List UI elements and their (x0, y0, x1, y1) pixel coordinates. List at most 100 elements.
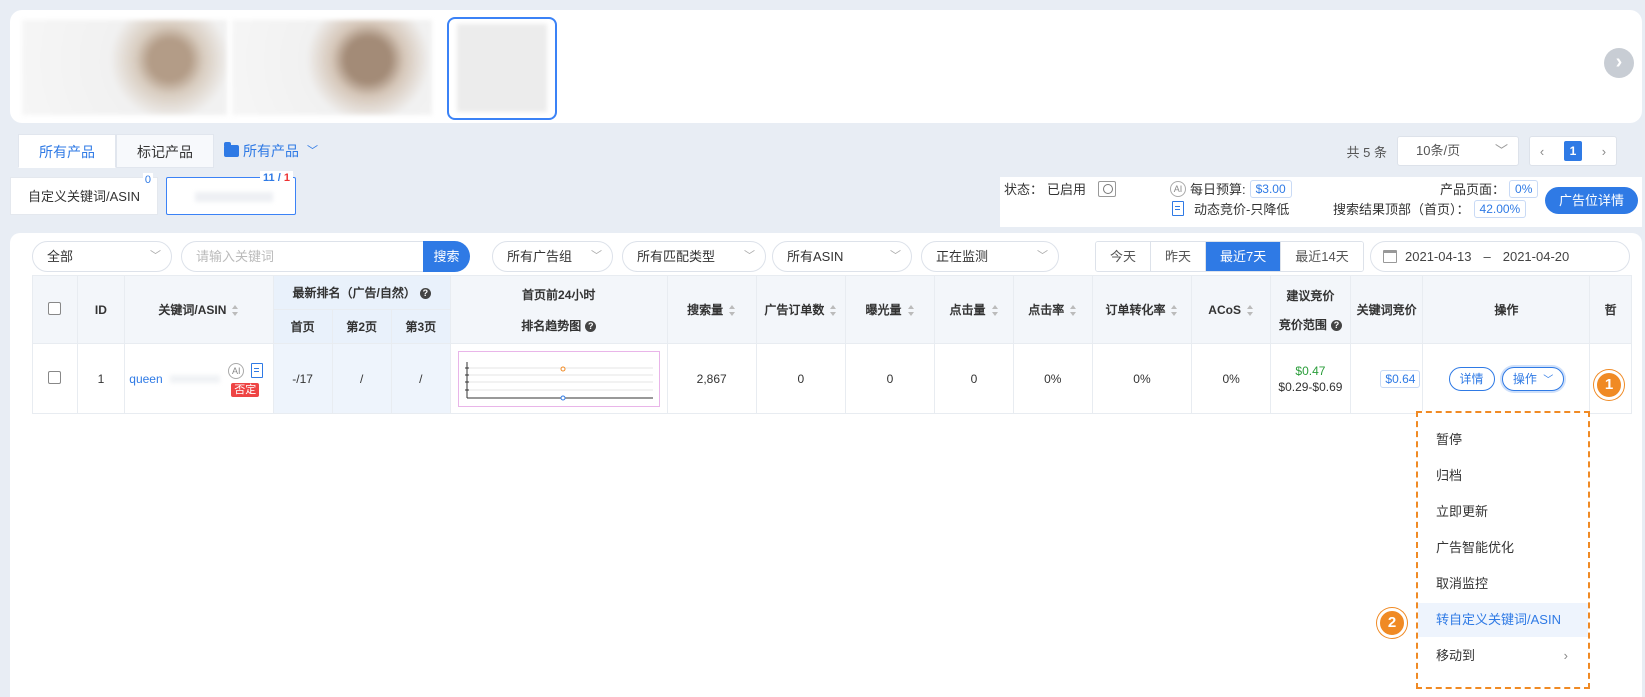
keyword-table: ID 关键词/ASIN 最新排名（广告/自然）? 首页前24小时 排名趋势图? … (32, 275, 1632, 414)
ad-orders-header[interactable]: 广告订单数 (755, 275, 846, 344)
count-badge: 11 / 1 (260, 171, 293, 185)
asin-value: 所有ASIN (787, 249, 844, 264)
chevron-down-icon: ﹀ (1037, 250, 1048, 262)
row-checkbox[interactable] (48, 370, 62, 384)
count-a: 11 (263, 172, 275, 184)
count-separator: / (277, 172, 281, 184)
folder-label: 所有产品 (243, 143, 299, 159)
status-filter-value: 全部 (47, 249, 74, 264)
trend-svg (464, 361, 653, 400)
cvr: 0% (1091, 343, 1193, 414)
suggested-bid-cell: $0.47 $0.29-$0.69 (1270, 343, 1351, 414)
ad-placement-detail-button[interactable]: 广告位详情 (1544, 187, 1638, 214)
help-icon[interactable]: ? (585, 320, 597, 332)
search-volume: 2,867 (666, 343, 757, 414)
action-menu-button[interactable]: 操作 ﹀ (1501, 366, 1565, 391)
keyword-cell: queen AI 否定 (124, 343, 274, 414)
menu-item-archive[interactable]: 归档 (1418, 459, 1588, 493)
tab-tracked-keywords[interactable]: 11 / 1 (166, 171, 296, 215)
acos: 0% (1191, 343, 1272, 414)
date-separator: – (1483, 249, 1491, 264)
menu-item-update-now[interactable]: 立即更新 (1418, 495, 1588, 529)
page-number[interactable]: 1 (1563, 141, 1582, 161)
chevron-right-icon[interactable]: › (1602, 144, 1606, 159)
product-page-row: 产品页面： 0% (1440, 179, 1539, 198)
product-thumbnail[interactable] (232, 20, 432, 115)
match-type-select[interactable]: 所有匹配类型 ﹀ (622, 241, 766, 272)
budget-value[interactable]: $3.00 (1249, 179, 1292, 198)
rank-page2: / (331, 343, 392, 414)
top-search-value[interactable]: 42.00% (1473, 199, 1527, 218)
search-volume-header[interactable]: 搜索量 (666, 275, 757, 344)
row-select-cell (32, 343, 78, 414)
date-range-yesterday[interactable]: 昨天 (1151, 242, 1207, 271)
chevron-down-icon: ﹀ (307, 145, 318, 157)
date-range-14days[interactable]: 最近14天 (1281, 242, 1363, 271)
tab-marked-products[interactable]: 标记产品 (116, 134, 214, 168)
ai-icon: AI (1170, 180, 1186, 197)
keyword-header[interactable]: 关键词/ASIN (124, 275, 274, 344)
chevron-right-icon[interactable]: › (1604, 48, 1634, 78)
ctr: 0% (1012, 343, 1093, 414)
tab-all-products[interactable]: 所有产品 (18, 134, 116, 168)
date-range-7days[interactable]: 最近7天 (1206, 242, 1282, 271)
date-range-today[interactable]: 今天 (1096, 242, 1152, 271)
product-thumbnail[interactable] (22, 20, 227, 115)
chevron-left-icon[interactable]: ‹ (1540, 144, 1544, 159)
help-icon[interactable]: ? (419, 288, 431, 300)
tab-custom-keywords[interactable]: 自定义关键词/ASIN 0 (10, 173, 158, 215)
monitor-status-select[interactable]: 正在监测 ﹀ (921, 241, 1059, 272)
product-tabs: 所有产品 标记产品 所有产品 ﹀ (18, 134, 328, 168)
clock-icon[interactable] (1098, 180, 1117, 197)
keyword-bid[interactable]: $0.64 (1380, 369, 1421, 388)
chevron-down-icon: ﹀ (1543, 374, 1554, 386)
suggested-bid: $0.47 (1295, 363, 1326, 378)
table-row: 1 queen AI 否定 -/17 / / 2,867 0 0 0 0% 0%… (32, 343, 1632, 414)
menu-item-pause[interactable]: 暂停 (1418, 423, 1588, 457)
detail-button[interactable]: 详情 (1448, 366, 1495, 391)
callout-marker-1: 1 (1594, 370, 1624, 400)
count-b: 1 (283, 172, 290, 184)
keyword-link[interactable]: queen (129, 372, 162, 386)
sort-icon (729, 305, 736, 317)
menu-item-cancel-monitor[interactable]: 取消监控 (1418, 567, 1588, 601)
ad-group-select[interactable]: 所有广告组 ﹀ (492, 241, 613, 272)
keyword-header-label: 关键词/ASIN (158, 303, 227, 317)
menu-item-move-to[interactable]: 移动到 › (1418, 639, 1588, 673)
help-icon[interactable]: ? (1330, 319, 1342, 331)
status-value: 已启用 (1047, 182, 1087, 197)
selected-product-thumbnail[interactable] (447, 17, 557, 120)
ai-icon[interactable]: AI (228, 363, 245, 379)
search-volume-label: 搜索量 (687, 303, 724, 317)
keyword-search-input[interactable] (181, 241, 423, 272)
asin-select[interactable]: 所有ASIN ﹀ (772, 241, 912, 272)
ctr-header[interactable]: 点击率 (1012, 275, 1093, 344)
search-button[interactable]: 搜索 (423, 241, 470, 272)
monitor-status-value: 正在监测 (936, 249, 989, 264)
acos-header[interactable]: ACoS (1191, 275, 1272, 344)
blurred-keyword (169, 374, 220, 383)
sort-icon (991, 305, 999, 317)
cvr-header[interactable]: 订单转化率 (1091, 275, 1193, 344)
document-icon[interactable] (251, 363, 264, 378)
sort-icon (232, 305, 239, 317)
page-size-select[interactable]: 10条/页 ﹀ (1397, 136, 1519, 166)
bid-range-label: 竞价范围 (1278, 317, 1327, 332)
top-search-row: 搜索结果顶部（首页）： 42.00% (1333, 199, 1527, 218)
clicks-label: 点击量 (949, 303, 986, 317)
menu-item-convert-custom[interactable]: 转自定义关键词/ASIN (1418, 603, 1588, 637)
status-filter-select[interactable]: 全部 ﹀ (32, 241, 172, 272)
negative-badge: 否定 (231, 383, 260, 397)
ad-group-value: 所有广告组 (507, 249, 573, 264)
menu-item-smart-optimize[interactable]: 广告智能优化 (1418, 531, 1588, 565)
impressions-header[interactable]: 曝光量 (844, 275, 936, 344)
folder-selector[interactable]: 所有产品 ﹀ (214, 134, 328, 168)
product-page-value[interactable]: 0% (1509, 179, 1539, 198)
rank-trend-chart[interactable] (457, 350, 660, 407)
tab-custom-keywords-label: 自定义关键词/ASIN (28, 189, 140, 204)
date-range-picker[interactable]: 2021-04-13 – 2021-04-20 (1370, 241, 1630, 272)
clicks-header[interactable]: 点击量 (934, 275, 1014, 344)
trend-header-line1: 首页前24小时 (522, 287, 596, 302)
suggested-bid-label: 建议竞价 (1286, 288, 1335, 303)
select-all-checkbox[interactable] (48, 301, 62, 315)
